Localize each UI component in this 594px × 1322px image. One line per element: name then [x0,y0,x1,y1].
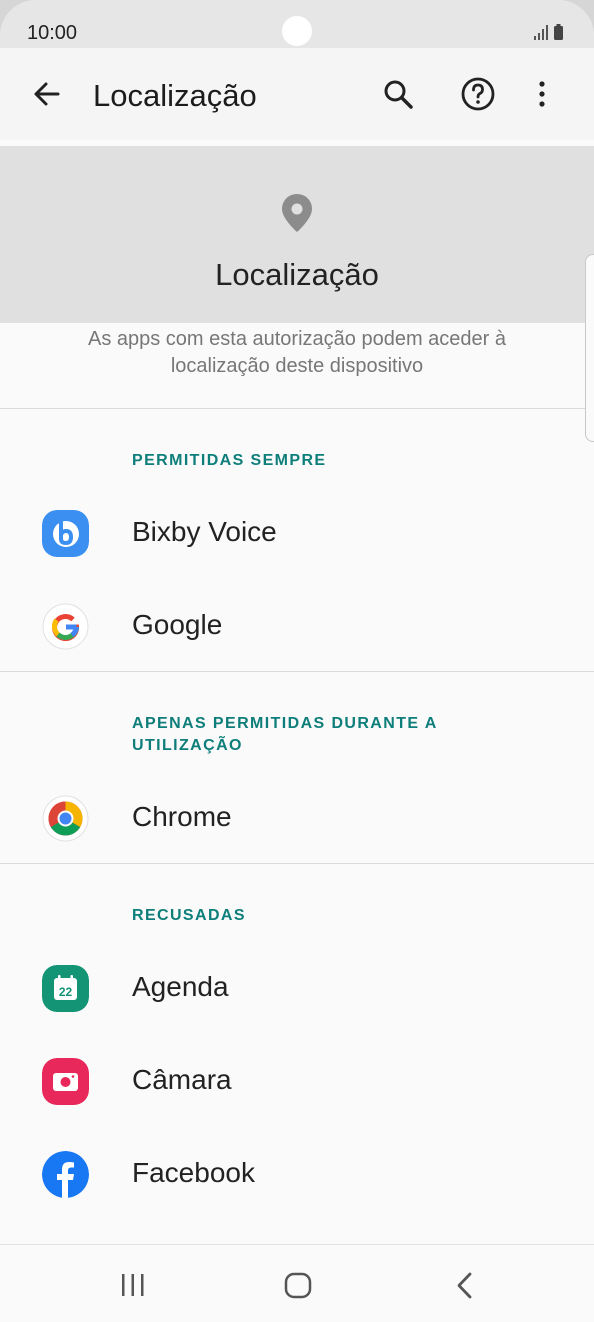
help-icon[interactable] [458,74,498,114]
app-row-google[interactable]: Google [0,583,594,669]
phone-screen: 10:00 Localização Localização As apps co… [0,0,594,1322]
app-row-camara[interactable]: Câmara [0,1038,594,1124]
app-bar: Localização [0,48,594,140]
recent-apps-icon[interactable] [113,1271,153,1301]
section-title-denied: RECUSADAS [132,907,246,924]
app-label: Facebook [132,1157,255,1188]
app-label: Agenda [132,971,229,1002]
location-pin-icon [278,192,316,239]
chrome-icon [42,795,89,842]
hero-title: Localização [215,257,379,292]
divider [0,671,594,672]
status-icons [534,22,568,47]
home-icon[interactable] [278,1271,318,1301]
calendar-badge: 22 [59,985,73,999]
app-label: Google [132,609,223,640]
facebook-icon [42,1151,89,1198]
divider [0,408,594,409]
app-row-bixby-voice[interactable]: Bixby Voice [0,490,594,576]
camera-icon [42,1058,89,1105]
back-icon[interactable] [444,1271,484,1301]
section-title-allowed-while-in-use: APENAS PERMITIDAS DURANTE A UTILIZAÇÃO [132,715,438,754]
battery-icon [554,24,563,40]
front-camera [282,16,312,46]
scrollbar[interactable] [585,254,594,442]
app-row-agenda[interactable]: 22 Agenda [0,945,594,1031]
app-label: Câmara [132,1064,232,1095]
bixby-icon [42,510,89,557]
status-bar: 10:00 [0,0,594,48]
divider [0,863,594,864]
section-title-allowed-always: PERMITIDAS SEMPRE [132,452,327,469]
back-arrow-icon[interactable] [26,74,66,114]
status-time: 10:00 [27,22,78,44]
app-label: Chrome [132,801,232,832]
app-label: Bixby Voice [132,516,277,547]
app-row-chrome[interactable]: Chrome [0,775,594,861]
calendar-icon: 22 [42,965,89,1012]
app-row-facebook[interactable]: Facebook [0,1131,594,1217]
location-header: Localização [0,146,594,323]
page-title: Localização [93,78,257,113]
more-options-icon[interactable] [522,74,562,114]
google-icon [42,603,89,650]
signal-icon [534,25,548,40]
description-text: As apps com esta autorização podem acede… [87,328,507,377]
search-icon[interactable] [378,74,418,114]
navigation-bar [0,1244,594,1322]
